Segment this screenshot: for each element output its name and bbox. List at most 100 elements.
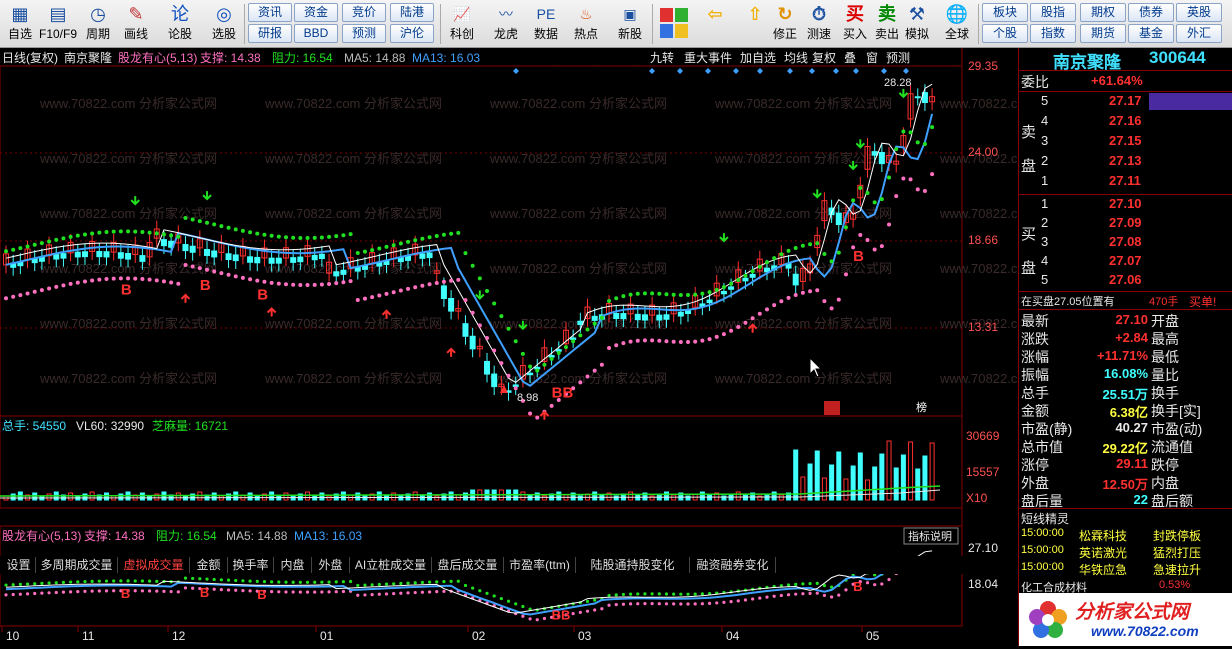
toolbar-chart-button[interactable]: 📈 科创 <box>442 2 482 46</box>
resist-dot <box>851 198 856 203</box>
tab-8[interactable]: 盘后成交量 <box>432 557 504 573</box>
pill-a-button[interactable]: 研报 <box>248 24 292 43</box>
toolbar-hammer-button[interactable]: ⚒ 模拟 <box>900 2 934 46</box>
sub-resist-dot <box>808 581 812 586</box>
short-name[interactable]: 英诺激光 <box>1079 544 1127 561</box>
sub-resist-dot <box>478 589 482 593</box>
month-label: 10 <box>6 629 20 643</box>
toolbar-sell-button[interactable]: 卖卖出 <box>870 2 904 46</box>
pill-b-button[interactable]: 指数 <box>1030 24 1076 43</box>
pill-b-button[interactable]: 英股 <box>1176 3 1222 22</box>
pill-b-button[interactable]: 股指 <box>1030 3 1076 22</box>
pill-b-button[interactable]: 基金 <box>1128 24 1174 43</box>
tab-3[interactable]: 金额 <box>190 557 228 573</box>
resist-dot <box>39 241 44 246</box>
support-dot <box>298 283 303 288</box>
toolbar-label: 论股 <box>167 27 192 41</box>
pill-b-button[interactable]: 期货 <box>1080 24 1126 43</box>
chart-tool-button[interactable]: 窗 <box>866 51 878 65</box>
volume-bar <box>118 493 124 501</box>
toolbar-arrow-left-button[interactable]: ⇦ <box>698 2 732 46</box>
pill-b-button[interactable]: 债券 <box>1128 3 1174 22</box>
short-name[interactable]: 松霖科技 <box>1079 527 1127 544</box>
resist-dot <box>32 242 37 247</box>
pill-a-button[interactable]: 陆港 <box>390 3 434 22</box>
pill-a-button[interactable]: 资讯 <box>248 3 292 22</box>
tab-6[interactable]: 外盘 <box>312 557 350 573</box>
help-button[interactable]: 指标说明 <box>908 529 952 543</box>
chart-tool-button[interactable]: 预测 <box>886 51 910 65</box>
tab-11[interactable]: 融资融券变化 <box>690 557 776 573</box>
support-dot <box>140 276 145 281</box>
toolbar-window-button[interactable]: ▦ 自选 <box>0 2 40 46</box>
pill-b-button[interactable]: 板块 <box>982 3 1028 22</box>
tab-7[interactable]: AI立桩成交量 <box>350 557 432 573</box>
pill-b-button[interactable]: 期权 <box>1080 3 1126 22</box>
resist-dot <box>291 235 296 240</box>
sub-resist-dot <box>305 580 310 584</box>
toolbar-target-button[interactable]: ◎ 选股 <box>204 2 244 46</box>
support-dot <box>68 281 73 286</box>
toolbar-lun-button[interactable]: 论论股 <box>160 2 200 46</box>
sub-resist-dot <box>621 592 626 597</box>
pill-b-button[interactable]: 外汇 <box>1176 24 1222 43</box>
sub-support-dot <box>133 589 137 593</box>
resist-dot <box>556 351 561 356</box>
price-tick: 13.31 <box>968 320 998 334</box>
tab-9[interactable]: 市盈率(ttm) <box>504 557 576 573</box>
support-dot <box>262 279 267 284</box>
pill-a-button[interactable]: 沪伦 <box>390 24 434 43</box>
toolbar-clock-button[interactable]: ◷ 周期 <box>78 2 118 46</box>
toolbar-pen-button[interactable]: ✎ 画线 <box>116 2 156 46</box>
tab-1[interactable]: 多周期成交量 <box>36 557 118 573</box>
toolbar-globe-button[interactable]: 🌐 全球 <box>940 2 974 46</box>
toolbar-pe-button[interactable]: PE 数据 <box>526 2 566 46</box>
toolbar-hot-button[interactable]: ♨ 热点 <box>566 2 606 46</box>
volume-bar <box>340 491 346 501</box>
pill-a-button[interactable]: 预测 <box>342 24 386 43</box>
volume-bar <box>391 492 397 501</box>
support-dot <box>377 293 382 298</box>
volume-bar <box>915 468 921 501</box>
chart-tool-button[interactable]: 加自选 <box>740 51 776 65</box>
short-name[interactable]: 华铁应急 <box>1079 561 1127 578</box>
kline-chart-area[interactable]: www.70822.com 分析家公式网 www.70822.com 分析家公式网… <box>0 48 1117 646</box>
volume-bar <box>139 492 145 501</box>
tab-10[interactable]: 陆股通持股变化 <box>576 557 690 573</box>
toolbar-buy-button[interactable]: 买买入 <box>838 2 872 46</box>
buy-level: 3 <box>1041 234 1049 249</box>
tab-2[interactable]: 虚拟成交量 <box>118 557 190 573</box>
chart-tool-button[interactable]: 重大事件 <box>684 51 732 65</box>
short-time: 15:00:00 <box>1021 561 1064 573</box>
hot-icon: ♨ <box>579 6 593 22</box>
tab-5[interactable]: 内盘 <box>274 557 312 573</box>
pill-a-button[interactable]: 资金 <box>294 3 338 22</box>
color-grid-icon[interactable] <box>660 8 688 38</box>
sub-support-dot <box>18 592 22 596</box>
toolbar-stopwatch-button[interactable]: ⏱ 测速 <box>802 2 836 46</box>
toolbar-arrow-up-button[interactable]: ⇧ <box>738 2 772 46</box>
sub-support-dot <box>873 583 877 587</box>
sub-b-signal-marker: BB <box>552 607 571 622</box>
volume-bar <box>857 452 863 501</box>
short-elf-title[interactable]: 短线精灵 <box>1021 510 1069 527</box>
tab-4[interactable]: 换手率 <box>228 557 274 573</box>
chart-tool-button[interactable]: 均线 <box>784 51 808 65</box>
toolbar-dragon-button[interactable]: 〰龙虎 <box>486 2 526 46</box>
watermark-text: www.70822.com 分析家公式网 <box>264 206 442 221</box>
toolbar-f10-button[interactable]: ▤ F10/F9 <box>38 2 78 46</box>
pill-a-button[interactable]: 竞价 <box>342 3 386 22</box>
toolbar-new-button[interactable]: ▣ 新股 <box>610 2 650 46</box>
sub-resist-dot <box>348 579 353 584</box>
tab-0[interactable]: 设置 <box>2 557 36 573</box>
chart-tool-button[interactable]: 叠 <box>844 51 856 65</box>
toolbar-refresh-button[interactable]: ↻ 修正 <box>768 2 802 46</box>
pill-b-button[interactable]: 个股 <box>982 24 1028 43</box>
sub-support-dot <box>808 591 812 595</box>
volume-bar <box>821 477 827 501</box>
sub-support-dot <box>607 603 611 607</box>
chart-tool-button[interactable]: 复权 <box>812 51 836 65</box>
chart-tool-button[interactable]: 九转 <box>650 50 674 65</box>
sub-resist-dot <box>205 577 209 581</box>
pill-a-button[interactable]: BBD <box>294 24 338 43</box>
